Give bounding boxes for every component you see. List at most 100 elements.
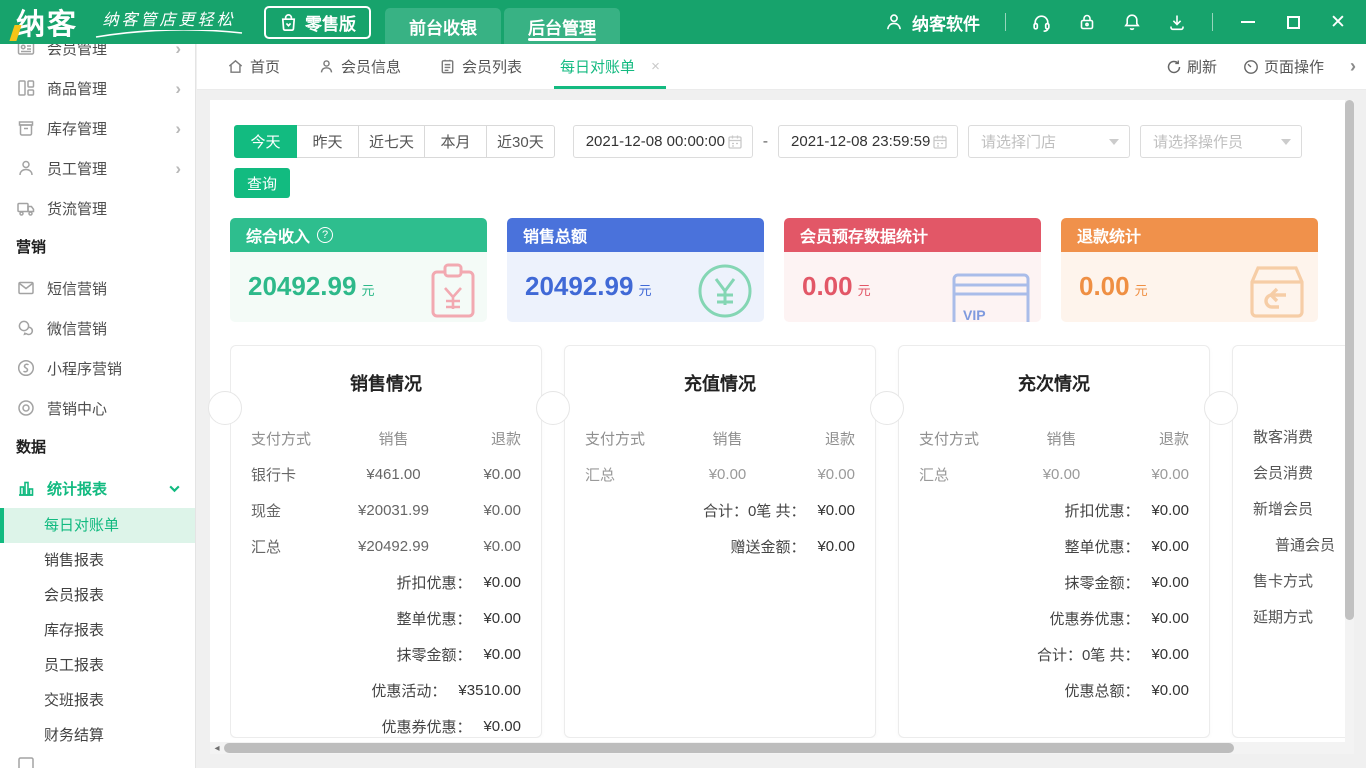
summary-row: 优惠券优惠：¥0.00	[899, 600, 1209, 636]
sidebar-subitem-finance-settlement[interactable]: 财务结算	[0, 718, 195, 753]
panel-times-recharge: 充次情况 支付方式 销售 退款 汇总 ¥0.00 ¥0.00 折扣优惠：¥0.0…	[898, 345, 1210, 738]
topbar-right: 纳客软件 ✕	[884, 10, 1366, 35]
summary-row: 优惠总额：¥0.00	[899, 672, 1209, 708]
operator-select-placeholder: 请选择操作员	[1153, 131, 1281, 152]
sidebar-subitem-member-report[interactable]: 会员报表	[0, 578, 195, 613]
topbar-nav: 前台收银 后台管理	[385, 8, 620, 44]
sidebar-item-label: 统计报表	[47, 478, 157, 499]
carousel-nav-button[interactable]	[870, 391, 904, 425]
minimize-button[interactable]	[1238, 12, 1258, 32]
help-icon[interactable]: ?	[317, 227, 333, 243]
table-row: 汇总 ¥0.00 ¥0.00	[899, 456, 1209, 492]
sidebar-section-marketing: 营销	[0, 228, 195, 268]
tabbar-actions: 刷新 页面操作 ›	[1166, 56, 1356, 77]
horizontal-scrollbar-thumb[interactable]	[224, 743, 1234, 753]
chevron-right-icon: ›	[175, 160, 181, 177]
sidebar-item-miniprogram-marketing[interactable]: 小程序营销	[0, 348, 195, 388]
bell-icon[interactable]	[1122, 12, 1142, 32]
inventory-box-icon	[16, 118, 36, 138]
report-content: 今天 昨天 近七天 本月 近30天 2021-12-08 00:00:00 - …	[210, 100, 1345, 742]
sidebar-subitem-staff-report[interactable]: 员工报表	[0, 648, 195, 683]
stat-card-title: 销售总额	[523, 223, 587, 247]
sidebar-item-members[interactable]: 会员管理 ›	[0, 44, 195, 68]
search-button[interactable]: 查询	[234, 168, 290, 198]
svg-text:VIP: VIP	[963, 307, 986, 322]
page-actions-button[interactable]: 页面操作	[1243, 56, 1324, 77]
tab-member-list[interactable]: 会员列表	[439, 44, 522, 89]
sidebar-item-wechat-marketing[interactable]: 微信营销	[0, 308, 195, 348]
tab-home[interactable]: 首页	[227, 44, 280, 89]
vertical-scrollbar	[1345, 100, 1354, 742]
sidebar-item-label: 会员管理	[47, 44, 164, 59]
sidebar-item-goods[interactable]: 商品管理 ›	[0, 68, 195, 108]
user-account[interactable]: 纳客软件	[884, 10, 980, 35]
lock-icon[interactable]	[1077, 12, 1097, 32]
operator-select[interactable]: 请选择操作员	[1140, 125, 1302, 158]
divider	[1005, 13, 1006, 31]
target-icon	[16, 398, 36, 418]
date-to-input[interactable]: 2021-12-08 23:59:59	[778, 125, 958, 158]
edition-badge[interactable]: 零售版	[264, 6, 371, 39]
sidebar: 会员管理 › 商品管理 › 库存管理 › 员工管理 › 货流管理	[0, 44, 196, 768]
sidebar-item-partial[interactable]	[0, 753, 195, 768]
panel-member-activity: 散客消费 会员消费 新增会员 普通会员 售卡方式 延期方式	[1232, 345, 1345, 738]
headset-support-icon[interactable]	[1031, 12, 1052, 33]
panel-row: 售卡方式	[1233, 564, 1345, 600]
sidebar-item-label: 营销中心	[47, 398, 181, 419]
date-from-input[interactable]: 2021-12-08 00:00:00	[573, 125, 753, 158]
summary-row: 折扣优惠：¥0.00	[231, 564, 541, 600]
close-tab-icon[interactable]: ×	[651, 58, 660, 75]
miniprogram-icon	[16, 358, 36, 378]
range-last7days-button[interactable]: 近七天	[358, 125, 425, 158]
brand-logo: 纳客	[16, 1, 78, 43]
tagline-swoosh	[94, 30, 244, 39]
summary-row: 折扣优惠：¥0.00	[899, 492, 1209, 528]
sidebar-subitem-shift-report[interactable]: 交班报表	[0, 683, 195, 718]
store-select[interactable]: 请选择门店	[968, 125, 1130, 158]
chevron-right-icon: ›	[175, 120, 181, 137]
panel-row: 会员消费	[1233, 456, 1345, 492]
main-tabbar: 首页 会员信息 会员列表 每日对账单 × 刷新 页面操作 ›	[197, 44, 1366, 90]
nav-tab-label: 后台管理	[528, 14, 596, 39]
close-window-button[interactable]: ✕	[1328, 12, 1348, 32]
range-yesterday-button[interactable]: 昨天	[296, 125, 359, 158]
download-icon[interactable]	[1167, 12, 1187, 32]
date-range-separator: -	[763, 133, 768, 151]
sidebar-subitem-inventory-report[interactable]: 库存报表	[0, 613, 195, 648]
sidebar-item-label: 库存管理	[47, 118, 164, 139]
nav-tab-label: 前台收银	[409, 14, 477, 39]
sidebar-item-inventory[interactable]: 库存管理 ›	[0, 108, 195, 148]
sidebar-item-statistics-reports[interactable]: 统计报表	[0, 468, 195, 508]
carousel-prev-button[interactable]	[208, 391, 242, 425]
vertical-scrollbar-thumb[interactable]	[1345, 100, 1354, 620]
chevron-right-icon: ›	[175, 44, 181, 57]
refresh-button[interactable]: 刷新	[1166, 56, 1217, 77]
sidebar-subitem-daily-reconciliation[interactable]: 每日对账单	[0, 508, 195, 543]
summary-row: 优惠活动：¥3510.00	[231, 672, 541, 708]
panel-title: 充次情况	[899, 346, 1209, 420]
chevron-right-icon[interactable]: ›	[1350, 56, 1356, 77]
scroll-left-arrow[interactable]: ◂	[210, 743, 224, 754]
nav-tab-frontdesk[interactable]: 前台收银	[385, 8, 501, 44]
document-icon	[16, 755, 36, 768]
sidebar-item-staff[interactable]: 员工管理 ›	[0, 148, 195, 188]
tab-daily-reconciliation[interactable]: 每日对账单 ×	[560, 44, 660, 89]
sidebar-item-marketing-center[interactable]: 营销中心	[0, 388, 195, 428]
sidebar-item-label: 商品管理	[47, 78, 164, 99]
range-today-button[interactable]: 今天	[234, 125, 297, 158]
carousel-next-button[interactable]	[1204, 391, 1238, 425]
sidebar-subitem-sales-report[interactable]: 销售报表	[0, 543, 195, 578]
range-last30days-button[interactable]: 近30天	[486, 125, 555, 158]
sidebar-item-sms-marketing[interactable]: 短信营销	[0, 268, 195, 308]
carousel-nav-button[interactable]	[536, 391, 570, 425]
nav-tab-backoffice[interactable]: 后台管理	[504, 8, 620, 44]
stat-card-value: 0.00	[802, 271, 853, 302]
range-thismonth-button[interactable]: 本月	[424, 125, 487, 158]
sidebar-section-data: 数据	[0, 428, 195, 468]
maximize-button[interactable]	[1283, 12, 1303, 32]
calendar-icon	[727, 134, 743, 150]
chevron-down-icon	[168, 482, 181, 495]
tab-member-info[interactable]: 会员信息	[318, 44, 401, 89]
sidebar-item-logistics[interactable]: 货流管理	[0, 188, 195, 228]
panel-row: 散客消费	[1233, 420, 1345, 456]
